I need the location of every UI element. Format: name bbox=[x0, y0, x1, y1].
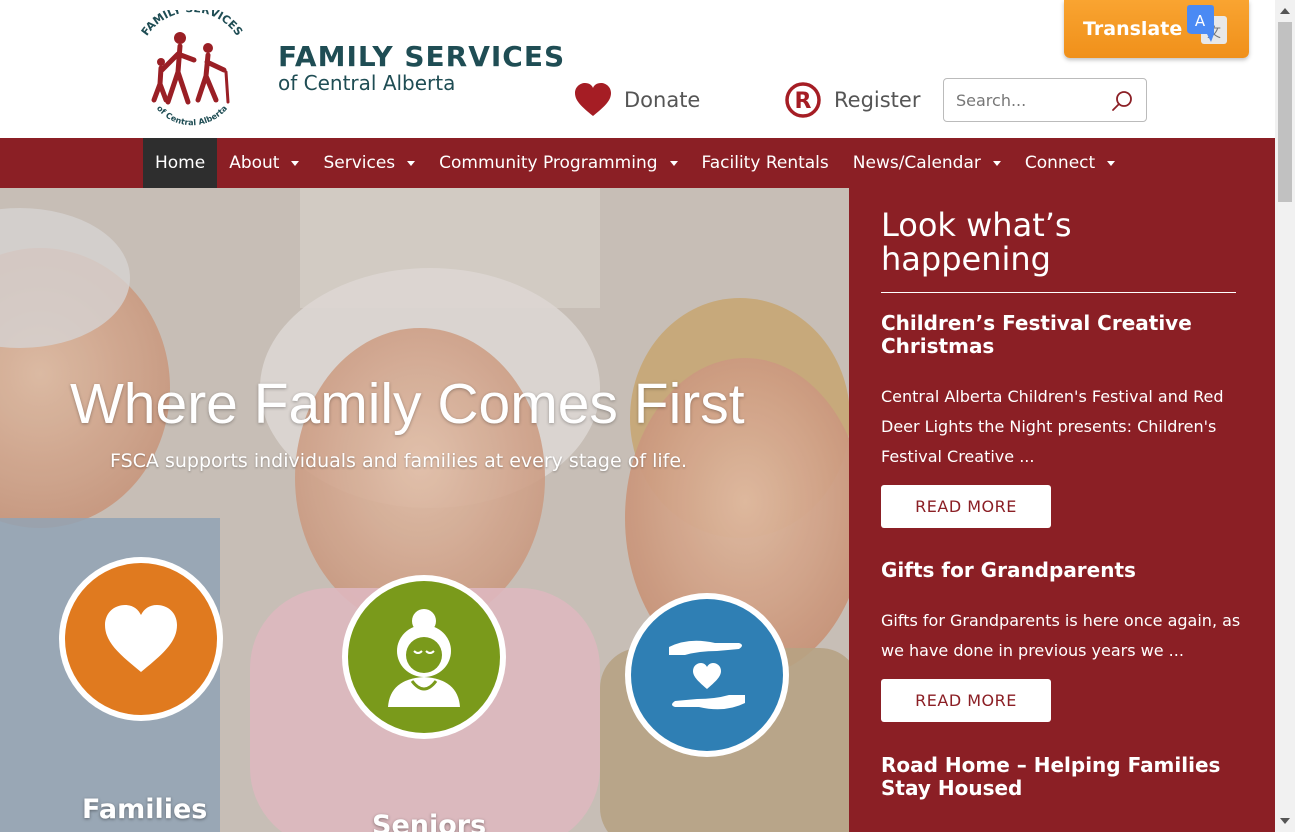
nav-item-label: Facility Rentals bbox=[701, 153, 829, 173]
seniors-circle bbox=[348, 581, 500, 733]
logo-title[interactable]: FAMILY SERVICES bbox=[278, 40, 565, 73]
post-excerpt: Gifts for Grandparents is here once agai… bbox=[881, 611, 1241, 660]
translate-button[interactable]: Translate 文 A bbox=[1064, 0, 1249, 58]
nav-item-label: Services bbox=[323, 153, 396, 173]
register-label: Register bbox=[834, 88, 921, 112]
logo-emblem-icon[interactable]: FAMILY SERVICES of Central Alberta bbox=[128, 10, 256, 128]
hero-subtitle: FSCA supports individuals and families a… bbox=[110, 450, 688, 472]
svg-text:A: A bbox=[1195, 12, 1206, 30]
caret-down-icon bbox=[992, 160, 1001, 166]
site-header: FAMILY SERVICES of Central Alberta FAMIL… bbox=[0, 0, 1275, 138]
post-title[interactable]: Road Home – Helping Families Stay Housed bbox=[881, 754, 1241, 800]
nav-list: Home About Services Community Programmin… bbox=[143, 138, 1127, 188]
register-link[interactable]: R Register bbox=[784, 80, 920, 120]
heart-icon bbox=[575, 83, 611, 116]
scroll-up-arrow-icon[interactable] bbox=[1280, 8, 1290, 14]
read-more-button[interactable]: READ MORE bbox=[881, 679, 1051, 722]
families-label[interactable]: Families bbox=[82, 794, 207, 825]
scrollbar-thumb[interactable] bbox=[1278, 22, 1292, 202]
senior-woman-icon bbox=[388, 609, 460, 707]
nav-item-services[interactable]: Services bbox=[311, 138, 427, 188]
nav-item-news-calendar[interactable]: News/Calendar bbox=[841, 138, 1013, 188]
nav-item-about[interactable]: About bbox=[217, 138, 311, 188]
post-excerpt: Central Alberta Children's Festival and … bbox=[881, 387, 1224, 466]
post-title[interactable]: Children’s Festival Creative Christmas bbox=[881, 312, 1241, 358]
caret-down-icon bbox=[669, 160, 678, 166]
hands-heart-icon bbox=[669, 640, 745, 710]
translate-label: Translate bbox=[1083, 18, 1183, 40]
search-box bbox=[943, 78, 1147, 122]
read-more-button[interactable]: READ MORE bbox=[881, 485, 1051, 528]
seniors-circle-button[interactable] bbox=[342, 575, 506, 739]
search-icon[interactable] bbox=[1110, 89, 1134, 113]
hero-title: Where Family Comes First bbox=[70, 372, 745, 436]
nav-item-label: Connect bbox=[1024, 153, 1096, 173]
support-circle-button[interactable] bbox=[625, 593, 789, 757]
nav-item-home[interactable]: Home bbox=[143, 138, 218, 188]
nav-item-label: About bbox=[229, 153, 280, 173]
donate-link[interactable]: Donate bbox=[574, 80, 700, 120]
post-title[interactable]: Gifts for Grandparents bbox=[881, 559, 1241, 582]
nav-item-label: News/Calendar bbox=[852, 153, 981, 173]
support-circle bbox=[631, 599, 783, 751]
logo-emblem-text-bottom: of Central Alberta bbox=[155, 104, 229, 128]
google-translate-icon: 文 A bbox=[1187, 5, 1227, 44]
caret-down-icon bbox=[291, 160, 300, 166]
donate-label: Donate bbox=[624, 88, 701, 112]
seniors-label[interactable]: Seniors bbox=[372, 810, 486, 832]
scrollbar[interactable] bbox=[1275, 0, 1295, 832]
caret-down-icon bbox=[1107, 160, 1116, 166]
sidebar-heading: Look what’s happening bbox=[881, 206, 1072, 278]
hero-section: Where Family Comes First FSCA supports i… bbox=[0, 188, 849, 832]
nav-item-facility-rentals[interactable]: Facility Rentals bbox=[690, 138, 841, 188]
scroll-down-arrow-icon[interactable] bbox=[1280, 818, 1290, 824]
logo-emblem-text-top: FAMILY SERVICES bbox=[139, 10, 246, 38]
families-circle bbox=[65, 563, 217, 715]
caret-down-icon bbox=[407, 160, 416, 166]
registered-icon: R bbox=[785, 82, 821, 118]
page: FAMILY SERVICES of Central Alberta FAMIL… bbox=[0, 0, 1295, 832]
sidebar-divider bbox=[881, 292, 1236, 293]
svg-text:R: R bbox=[795, 89, 812, 114]
svg-text:of Central Alberta: of Central Alberta bbox=[155, 104, 229, 128]
nav-item-connect[interactable]: Connect bbox=[1013, 138, 1127, 188]
news-sidebar: Look what’s happening Children’s Festiva… bbox=[849, 188, 1275, 832]
main-nav: Home About Services Community Programmin… bbox=[0, 138, 1275, 188]
search-input[interactable] bbox=[944, 80, 1104, 120]
nav-item-label: Home bbox=[155, 153, 206, 173]
heart-icon bbox=[105, 605, 177, 672]
families-circle-button[interactable] bbox=[59, 557, 223, 721]
svg-text:FAMILY SERVICES: FAMILY SERVICES bbox=[139, 10, 246, 38]
nav-item-community-programming[interactable]: Community Programming bbox=[427, 138, 689, 188]
nav-item-label: Community Programming bbox=[439, 153, 658, 173]
logo-subtitle[interactable]: of Central Alberta bbox=[278, 71, 455, 95]
